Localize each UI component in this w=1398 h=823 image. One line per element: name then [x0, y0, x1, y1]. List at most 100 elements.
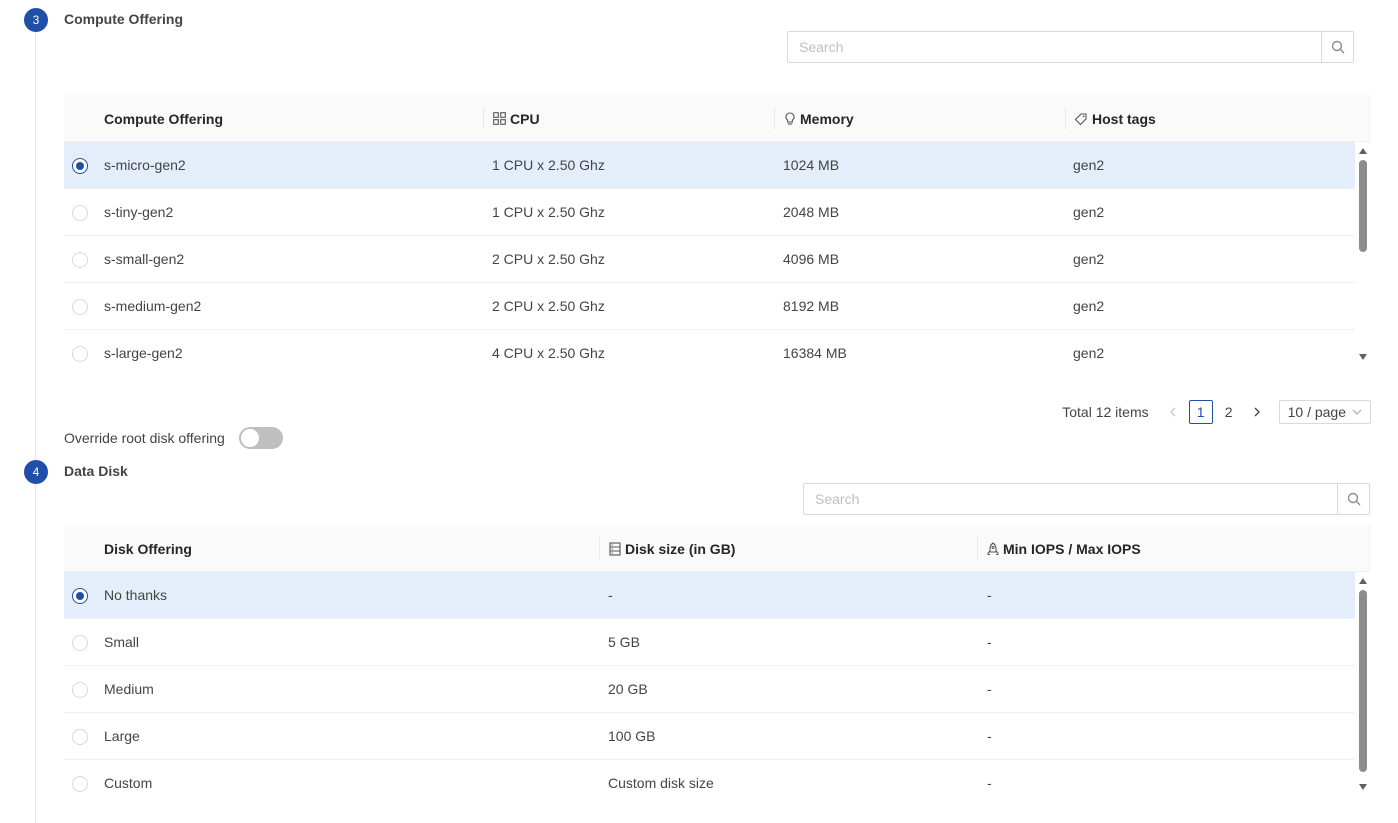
- column-divider: [774, 107, 775, 129]
- page-size-select[interactable]: 10 / page: [1278, 400, 1371, 424]
- table-row[interactable]: Small 5 GB -: [64, 619, 1355, 666]
- tag-icon: [1074, 112, 1087, 125]
- cell-cpu: 1 CPU x 2.50 Ghz: [492, 204, 605, 220]
- table-row[interactable]: Medium 20 GB -: [64, 666, 1355, 713]
- col-header-host-tags: Host tags: [1074, 95, 1156, 142]
- table-row[interactable]: s-medium-gen2 2 CPU x 2.50 Ghz 8192 MB g…: [64, 283, 1355, 330]
- cell-host-tags: gen2: [1073, 345, 1105, 361]
- table-row[interactable]: No thanks - -: [64, 572, 1355, 619]
- row-radio[interactable]: [72, 205, 88, 221]
- column-divider: [599, 537, 600, 559]
- row-radio[interactable]: [72, 252, 88, 268]
- row-radio[interactable]: [72, 729, 88, 745]
- row-radio[interactable]: [72, 299, 88, 315]
- search-icon: [1347, 492, 1360, 506]
- table-row[interactable]: Large 100 GB -: [64, 713, 1355, 760]
- compute-search-input[interactable]: [788, 32, 1321, 62]
- disk-search: [803, 483, 1370, 515]
- col-header-iops-label: Min IOPS / Max IOPS: [1003, 540, 1141, 557]
- step-4-title: Data Disk: [64, 463, 128, 479]
- cell-iops: -: [987, 775, 992, 791]
- page-size-value: 10 / page: [1287, 404, 1346, 420]
- disk-table-scrollbar[interactable]: [1355, 572, 1371, 796]
- cell-disk-name: Large: [104, 728, 140, 744]
- cell-disk-size: 100 GB: [608, 728, 656, 744]
- chevron-right-icon: [1254, 407, 1260, 417]
- scroll-down-arrow-icon[interactable]: [1359, 354, 1367, 360]
- table-row[interactable]: s-small-gen2 2 CPU x 2.50 Ghz 4096 MB ge…: [64, 236, 1355, 283]
- compute-search-button[interactable]: [1321, 32, 1353, 62]
- table-row[interactable]: s-tiny-gen2 1 CPU x 2.50 Ghz 2048 MB gen…: [64, 189, 1355, 236]
- cell-memory: 2048 MB: [783, 204, 840, 220]
- cell-host-tags: gen2: [1073, 251, 1105, 267]
- compute-table-header: Compute Offering CPU Memory Host tags: [64, 95, 1371, 142]
- table-row[interactable]: Custom Custom disk size -: [64, 760, 1355, 807]
- col-header-memory-label: Memory: [800, 110, 854, 127]
- cell-disk-size: -: [608, 587, 613, 603]
- row-radio[interactable]: [72, 346, 88, 362]
- cell-memory: 8192 MB: [783, 298, 840, 314]
- cell-offering-name: s-small-gen2: [104, 251, 185, 267]
- col-header-cpu: CPU: [493, 95, 540, 142]
- cell-iops: -: [987, 681, 992, 697]
- col-header-disk-size: Disk size (in GB): [609, 525, 735, 572]
- cell-iops: -: [987, 728, 992, 744]
- cell-cpu: 2 CPU x 2.50 Ghz: [492, 251, 605, 267]
- table-row[interactable]: s-large-gen2 4 CPU x 2.50 Ghz 16384 MB g…: [64, 330, 1355, 377]
- row-radio[interactable]: [72, 588, 88, 604]
- row-radio[interactable]: [72, 158, 88, 174]
- compute-table-scrollbar[interactable]: [1355, 142, 1371, 366]
- col-header-disk-offering: Disk Offering: [104, 540, 192, 557]
- page-2-button[interactable]: 2: [1217, 400, 1241, 424]
- appstore-icon: [493, 112, 506, 125]
- disk-table-header: Disk Offering Disk size (in GB) Min IOPS…: [64, 525, 1371, 572]
- row-radio[interactable]: [72, 682, 88, 698]
- scroll-up-arrow-icon[interactable]: [1359, 578, 1367, 584]
- prev-page-button[interactable]: [1161, 400, 1185, 424]
- disk-search-button[interactable]: [1337, 484, 1369, 514]
- cell-disk-size: 5 GB: [608, 634, 640, 650]
- table-row[interactable]: s-micro-gen2 1 CPU x 2.50 Ghz 1024 MB ge…: [64, 142, 1355, 189]
- cell-iops: -: [987, 587, 992, 603]
- rocket-icon: [987, 541, 999, 555]
- compute-search: [787, 31, 1354, 63]
- cell-offering-name: s-large-gen2: [104, 345, 183, 361]
- compute-offering-table: Compute Offering CPU Memory Host tags s-…: [64, 95, 1371, 377]
- scroll-up-arrow-icon[interactable]: [1359, 148, 1367, 154]
- step-3-title: Compute Offering: [64, 11, 183, 27]
- col-header-compute-offering: Compute Offering: [104, 110, 223, 127]
- col-header-host-tags-label: Host tags: [1092, 110, 1156, 127]
- compute-pagination: Total 12 items 1 2 10 / page: [1062, 400, 1371, 424]
- next-page-button[interactable]: [1245, 400, 1269, 424]
- cell-cpu: 2 CPU x 2.50 Ghz: [492, 298, 605, 314]
- override-root-disk-row: Override root disk offering: [64, 427, 283, 449]
- database-icon: [609, 541, 621, 556]
- search-icon: [1331, 40, 1344, 54]
- cell-disk-name: Small: [104, 634, 140, 650]
- scrollbar-thumb[interactable]: [1359, 160, 1367, 252]
- cell-host-tags: gen2: [1073, 204, 1105, 220]
- bulb-icon: [785, 111, 795, 125]
- column-divider: [1065, 107, 1066, 129]
- cell-cpu: 1 CPU x 2.50 Ghz: [492, 157, 605, 173]
- pagination-total: Total 12 items: [1062, 404, 1149, 420]
- cell-disk-name: No thanks: [104, 587, 168, 603]
- row-radio[interactable]: [72, 776, 88, 792]
- row-radio[interactable]: [72, 635, 88, 651]
- cell-offering-name: s-micro-gen2: [104, 157, 186, 173]
- scroll-down-arrow-icon[interactable]: [1359, 784, 1367, 790]
- scrollbar-thumb[interactable]: [1359, 590, 1367, 772]
- cell-host-tags: gen2: [1073, 298, 1105, 314]
- disk-search-input[interactable]: [804, 484, 1337, 514]
- cell-memory: 4096 MB: [783, 251, 840, 267]
- override-root-disk-toggle[interactable]: [238, 427, 283, 449]
- cell-disk-size: 20 GB: [608, 681, 648, 697]
- disk-table-body: No thanks - - Small 5 GB - Medium 20 GB …: [64, 572, 1371, 823]
- step-4-connector: [35, 484, 36, 823]
- col-header-iops: Min IOPS / Max IOPS: [987, 525, 1141, 572]
- disk-offering-table: Disk Offering Disk size (in GB) Min IOPS…: [64, 525, 1371, 823]
- cell-cpu: 4 CPU x 2.50 Ghz: [492, 345, 605, 361]
- cell-host-tags: gen2: [1073, 157, 1105, 173]
- cell-memory: 1024 MB: [783, 157, 840, 173]
- page-1-button[interactable]: 1: [1188, 400, 1213, 424]
